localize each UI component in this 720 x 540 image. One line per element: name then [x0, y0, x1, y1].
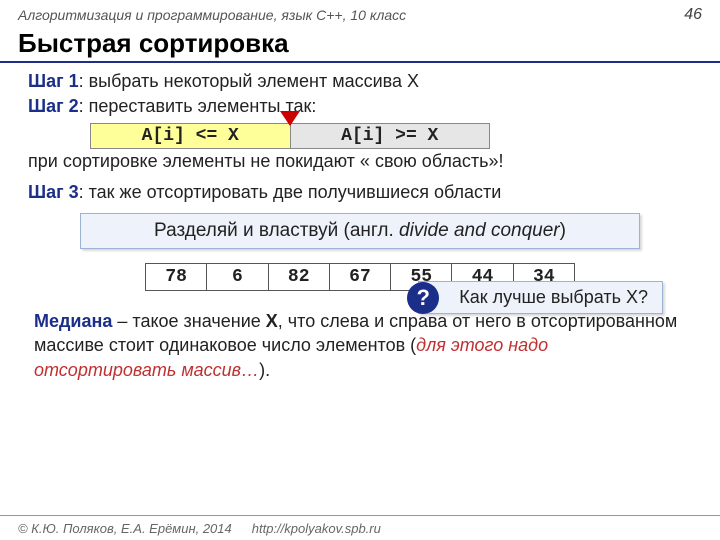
step-3-text: : так же отсортировать две получившиеся … — [79, 182, 502, 202]
array-cell: 6 — [207, 264, 268, 290]
page-title: Быстрая сортировка — [0, 26, 720, 59]
pivot-marker-icon — [280, 111, 300, 126]
median-definition: Медиана – такое значение X, что слева и … — [34, 309, 686, 382]
page-number: 46 — [684, 6, 702, 24]
step-2: Шаг 2: переставить элементы так: — [28, 96, 692, 117]
header: Алгоритмизация и программирование, язык … — [0, 0, 720, 26]
footer-rule — [0, 515, 720, 516]
divide-en: divide and conquer — [399, 220, 560, 241]
array-cell: 82 — [269, 264, 330, 290]
median-label: Медиана — [34, 311, 112, 331]
step-2-label: Шаг 2 — [28, 96, 79, 116]
median-text3: ). — [259, 360, 270, 380]
footer-copyright: © К.Ю. Поляков, Е.А. Ерёмин, 2014 — [18, 521, 232, 536]
step-3-label: Шаг 3 — [28, 182, 79, 202]
course-name: Алгоритмизация и программирование, язык … — [18, 7, 406, 23]
divide-conquer-box: Разделяй и властвуй (англ. divide and co… — [80, 213, 640, 249]
question-text: Как лучше выбрать X? — [459, 287, 648, 307]
footer: © К.Ю. Поляков, Е.А. Ерёмин, 2014 http:/… — [0, 517, 720, 540]
partition-right: A[i] >= X — [291, 124, 490, 148]
median-x: X — [266, 311, 278, 331]
question-callout: ? Как лучше выбрать X? — [418, 281, 663, 314]
question-icon: ? — [407, 282, 439, 314]
divide-ru: Разделяй и властвуй (англ. — [154, 220, 399, 241]
step-1-label: Шаг 1 — [28, 71, 79, 91]
title-underline — [0, 61, 720, 63]
step-1-text: : выбрать некоторый элемент массива X — [79, 71, 419, 91]
partition-box: A[i] <= X A[i] >= X — [90, 123, 490, 149]
step-3: Шаг 3: так же отсортировать две получивш… — [28, 182, 692, 203]
partition-note: при сортировке элементы не покидают « св… — [28, 151, 692, 172]
partition-left: A[i] <= X — [91, 124, 291, 148]
median-text1: – такое значение — [112, 311, 265, 331]
array-cell: 78 — [146, 264, 207, 290]
divide-close: ) — [560, 220, 566, 241]
partition-diagram: A[i] <= X A[i] >= X — [90, 123, 490, 149]
array-example: 78 6 82 67 55 44 34 ? Как лучше выбрать … — [145, 263, 575, 291]
content: Шаг 1: выбрать некоторый элемент массива… — [0, 71, 720, 382]
array-cell: 67 — [330, 264, 391, 290]
step-1: Шаг 1: выбрать некоторый элемент массива… — [28, 71, 692, 92]
footer-url: http://kpolyakov.spb.ru — [252, 521, 381, 536]
